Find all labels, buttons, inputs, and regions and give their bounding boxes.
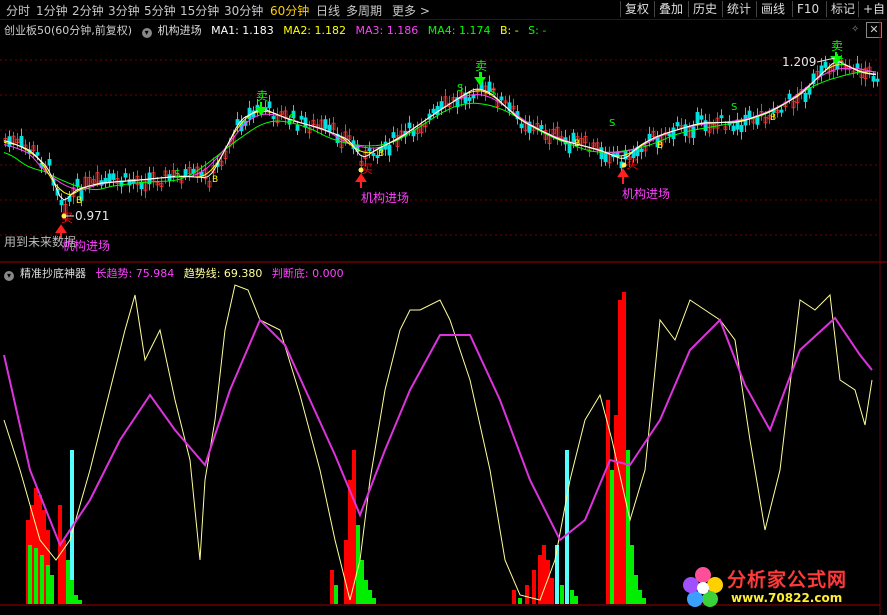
s-mark-2: S [174, 169, 180, 180]
b-mark-2: B [212, 175, 218, 185]
sell-signal-2: 卖 [475, 59, 487, 73]
chart-canvas[interactable]: 卖 卖 卖 买 买 买 机构进场 机构进场 用到未来数据 机构进场 1.209 … [0, 0, 887, 615]
b-mark-1: B [76, 196, 82, 206]
b-mark-5: B [657, 141, 663, 151]
inst-entry-label-2: 机构进场 [361, 190, 409, 205]
high-price-label: 1.209 [782, 55, 816, 69]
b-mark-6: B [770, 113, 776, 123]
s-mark-5: S [609, 118, 615, 129]
low-price-label: 0.971 [75, 209, 109, 223]
star-icon: ✧ [851, 24, 859, 35]
flower-logo-icon [683, 567, 723, 607]
sub-indicator-name[interactable]: 精准抄底神器 [20, 267, 86, 280]
b-mark-3: B [378, 149, 384, 159]
watermark: 分析家公式网 www.70822.com [681, 563, 881, 611]
b-mark-4: B [574, 139, 580, 149]
sub-indicator-menu-icon[interactable]: ▾ [4, 271, 14, 281]
watermark-site: 分析家公式网 [727, 569, 848, 591]
sub-indicator [3, 284, 873, 604]
watermark-url: www.70822.com [731, 591, 843, 605]
sell-signal-3: 卖 [831, 39, 843, 53]
inst-entry-label-3: 机构进场 [622, 186, 670, 201]
s-mark-1: S [289, 113, 295, 124]
candlesticks [3, 53, 880, 221]
s-mark-6: S [731, 102, 737, 113]
s-mark-3: S [457, 83, 463, 94]
trend-line-value: 趋势线: 69.380 [183, 267, 263, 280]
sub-chart-header: ▾ 精准抄底神器 长趋势: 75.984 趋势线: 69.380 判断底: 0.0… [4, 265, 350, 281]
s-mark-4: S [490, 88, 496, 99]
long-trend-value: 长趋势: 75.984 [95, 267, 175, 280]
buy-signal-3: 买 [626, 157, 638, 171]
bottom-judge-value: 判断底: 0.000 [271, 267, 344, 280]
inst-entry-label-1: 机构进场 [62, 238, 110, 253]
s-mark-7: S [838, 57, 844, 68]
sell-signal-1: 卖 [256, 89, 268, 103]
